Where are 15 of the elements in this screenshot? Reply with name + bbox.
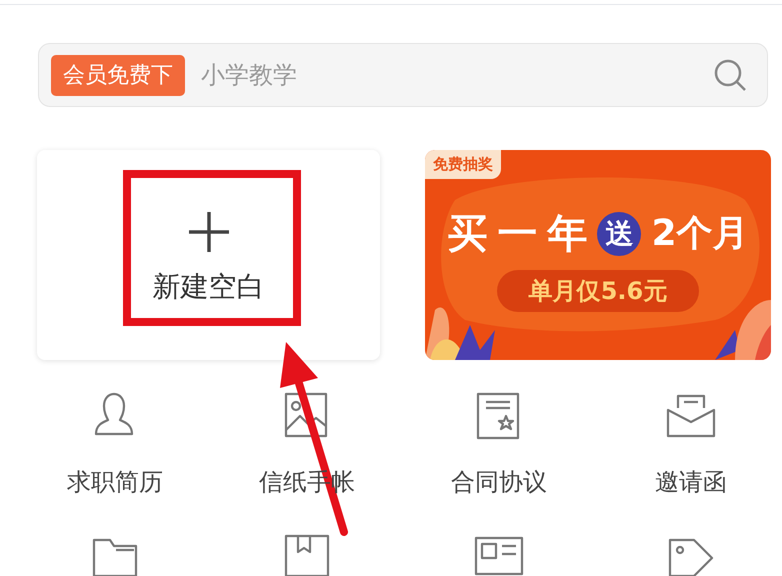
headline-text: 年 — [547, 214, 588, 254]
template-label[interactable]: 求职简历 — [67, 464, 163, 500]
headline-text: 2个月 — [651, 216, 749, 252]
headline-text: 一 — [497, 214, 538, 254]
template-label[interactable]: 合同协议 — [451, 464, 547, 500]
search-icon[interactable] — [713, 58, 747, 92]
headline-text: 买 — [447, 214, 488, 254]
promo-banner[interactable]: 免费抽奖 买 一 年 送 2个月 单月仅5.6元 — [425, 150, 771, 360]
plus-icon — [186, 210, 230, 254]
template-label[interactable]: 邀请函 — [655, 464, 727, 500]
new-blank-card[interactable]: 新建空白 — [37, 150, 380, 360]
search-field[interactable]: 小学教学 — [201, 57, 713, 93]
price-pill: 单月仅5.6元 — [496, 270, 700, 312]
lottery-tag: 免费抽奖 — [425, 150, 501, 178]
new-blank-label: 新建空白 — [152, 269, 264, 305]
